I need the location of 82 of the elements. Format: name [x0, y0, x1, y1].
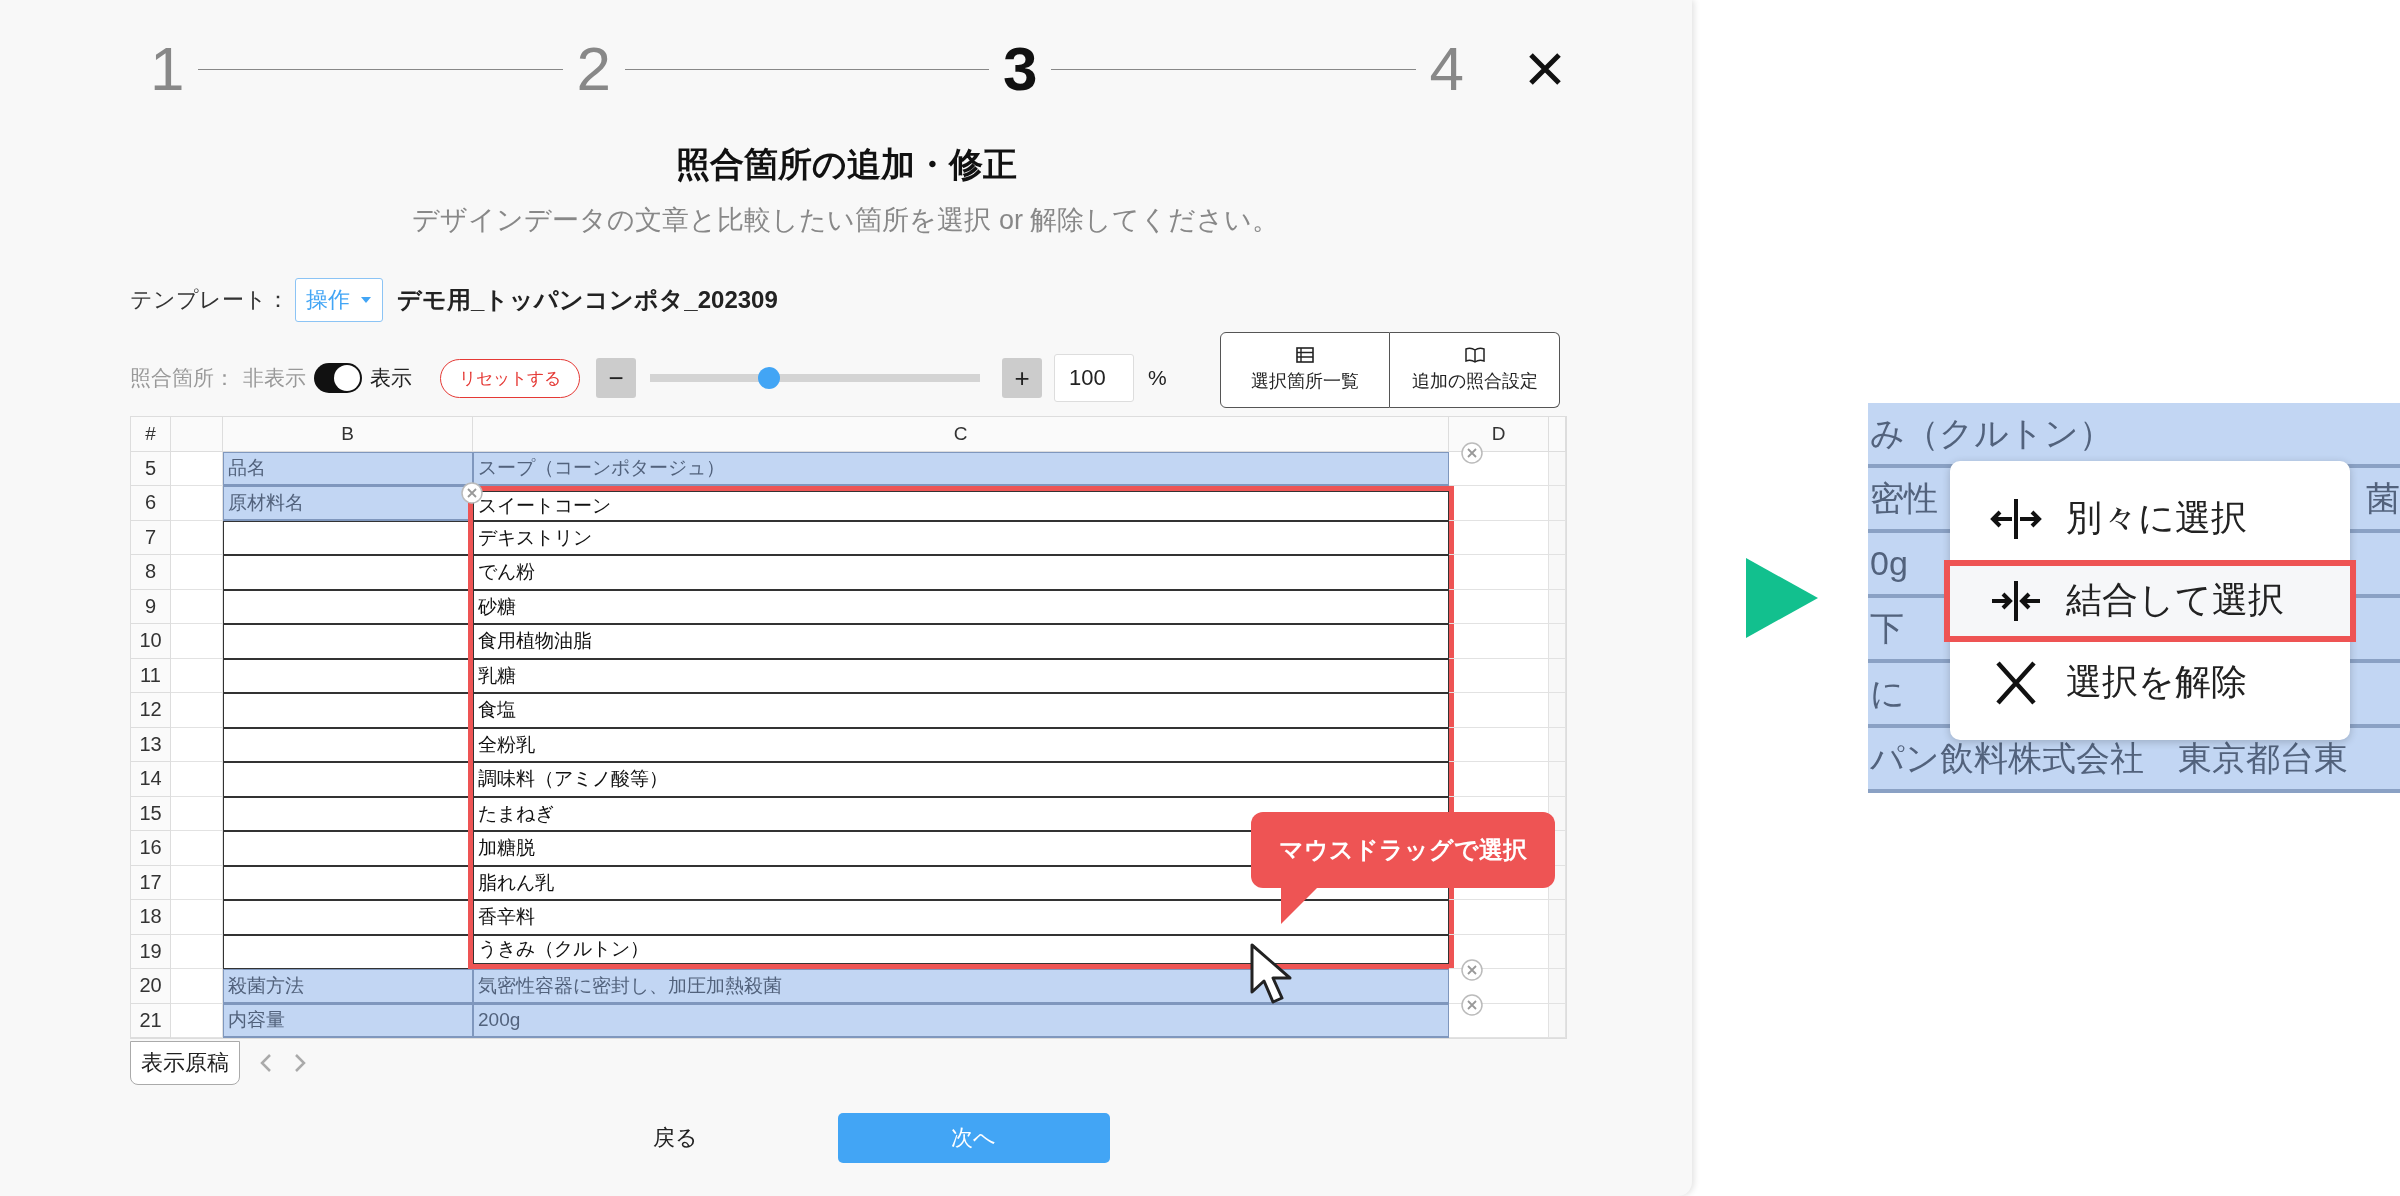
caret-icon: [360, 296, 372, 304]
row-number: 15: [131, 796, 171, 831]
hide-label: 非表示: [243, 365, 306, 391]
step-number: 2: [576, 38, 611, 100]
chevron-left-icon[interactable]: [258, 1052, 274, 1074]
dialog-title: 照合箇所の追加・修正: [674, 144, 1018, 185]
row-number: 8: [131, 555, 171, 590]
template-name: デモ用_トッパンコンポタ_202309: [397, 285, 778, 315]
table-cell: 食塩: [473, 693, 1449, 728]
table-cell: 全粉乳: [473, 727, 1449, 762]
table-cell-text: 下: [1869, 607, 1905, 649]
template-label: テンプレート：: [130, 286, 289, 314]
table-cell: 内容量: [223, 1003, 473, 1038]
step-number: 1: [150, 38, 185, 100]
table-cell: 殺菌方法: [223, 969, 473, 1004]
row-number: 16: [131, 831, 171, 866]
list-icon: [1296, 347, 1314, 363]
reset-button[interactable]: リセットする: [440, 358, 580, 398]
action-button[interactable]: 追加の照合設定: [1390, 332, 1560, 408]
remove-icon[interactable]: [1461, 441, 1483, 464]
table-cell: 香辛料: [473, 900, 1449, 935]
row-number: 11: [131, 658, 171, 693]
table-cell-text: に: [1869, 672, 1906, 714]
percent-label: %: [1148, 366, 1167, 390]
step-number: 4: [1429, 38, 1464, 100]
sheet-tab[interactable]: 表示原稿: [130, 1041, 240, 1085]
split-arrows-icon: [1990, 496, 2042, 541]
row-number: 18: [131, 900, 171, 935]
table-cell: 砂糖: [473, 589, 1449, 624]
zoom-out-button[interactable]: −: [596, 358, 636, 398]
table-cell-text: パン飲料株式会社 東京都台東: [1869, 737, 2349, 779]
row-number: 6: [131, 486, 171, 521]
menu-item[interactable]: 別々に選択: [1950, 477, 2350, 560]
table-cell: 品名: [223, 451, 473, 486]
back-button[interactable]: 戻る: [612, 1113, 738, 1163]
row-number: 19: [131, 934, 171, 969]
row-number: 10: [131, 624, 171, 659]
tooltip-pointer: [1281, 886, 1319, 924]
row-number: 7: [131, 520, 171, 555]
remove-icon[interactable]: [1461, 959, 1483, 981]
dialog-subtitle: デザインデータの文章と比較したい箇所を選択 or 解除してください。: [411, 204, 1281, 237]
menu-item[interactable]: 選択を解除: [1950, 641, 2350, 724]
table-cell: うきみ（クルトン）: [473, 934, 1449, 964]
table-cell-text: 0g: [1869, 544, 1909, 583]
row-number: 20: [131, 969, 171, 1004]
row-number: 14: [131, 762, 171, 797]
menu-item[interactable]: 結合して選択: [1944, 559, 2356, 642]
table-cell: 乳糖: [473, 658, 1449, 693]
table-cell-text: み（クルトン）: [1869, 412, 2114, 454]
table-cell: デキストリン: [473, 520, 1449, 555]
play-arrow-icon: [1746, 558, 1818, 638]
table-cell: でん粉: [473, 555, 1449, 590]
table-cell: 食用植物油脂: [473, 624, 1449, 659]
row-number: 12: [131, 693, 171, 728]
table-cell-text: 菌: [2365, 477, 2400, 519]
zoom-input[interactable]: 100: [1054, 354, 1134, 402]
row-number: 5: [131, 451, 171, 486]
zoom-in-button[interactable]: +: [1002, 358, 1042, 398]
table-cell: 調味料（アミノ酸等）: [473, 762, 1449, 797]
close-icon[interactable]: [1528, 52, 1562, 86]
row-number: 17: [131, 865, 171, 900]
remove-icon[interactable]: [1461, 993, 1483, 1016]
visibility-toggle[interactable]: [314, 363, 362, 393]
book-icon: [1464, 347, 1485, 363]
merge-arrows-icon: [1990, 578, 2042, 623]
row-number: 13: [131, 727, 171, 762]
step-number: 3: [1003, 38, 1038, 100]
table-cell: スープ（コーンポタージュ）: [473, 451, 1449, 486]
column-header: D: [1449, 417, 1549, 452]
column-header: #: [131, 417, 171, 452]
highlight-label: 照合箇所：: [130, 365, 235, 391]
table-cell: スイートコーン: [473, 491, 1449, 521]
row-number: 9: [131, 589, 171, 624]
row-number: 21: [131, 1003, 171, 1038]
show-label: 表示: [370, 365, 412, 391]
column-header: B: [223, 417, 473, 452]
table-cell-text: 密性: [1869, 477, 1939, 519]
chevron-right-icon[interactable]: [292, 1052, 308, 1074]
action-button[interactable]: 選択箇所一覧: [1220, 332, 1390, 408]
column-header: C: [473, 417, 1449, 452]
table-cell: 気密性容器に密封し、加圧加熱殺菌: [473, 969, 1449, 1004]
table-cell: 200g: [473, 1003, 1449, 1038]
